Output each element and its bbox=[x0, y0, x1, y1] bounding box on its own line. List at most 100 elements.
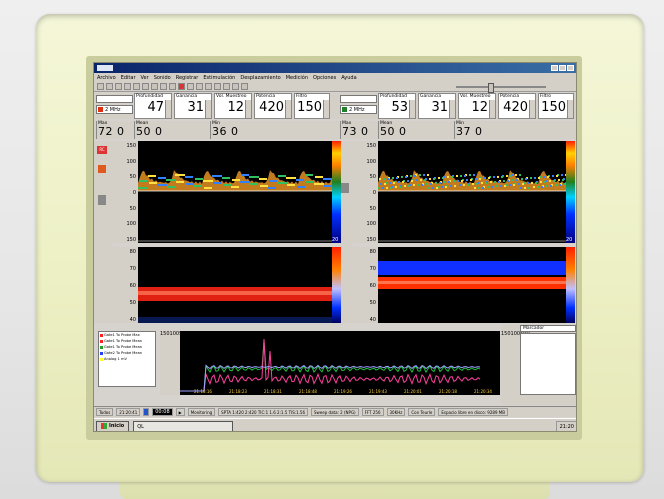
help-icon[interactable] bbox=[241, 83, 248, 90]
spectrum-speckle bbox=[430, 183, 432, 185]
mmode-display-b[interactable] bbox=[378, 247, 566, 323]
channel-a-param-profundidad[interactable]: Profundidad 47 bbox=[134, 93, 172, 119]
spectrum-speckle bbox=[541, 186, 543, 188]
menu-archivo[interactable]: Archivo bbox=[97, 75, 116, 81]
new-icon[interactable] bbox=[97, 83, 104, 90]
sample-status: 30KHz bbox=[386, 408, 406, 416]
minimize-button[interactable] bbox=[551, 65, 558, 71]
maximize-button[interactable] bbox=[559, 65, 566, 71]
spinner-arrows-icon[interactable] bbox=[165, 100, 171, 118]
stop-icon[interactable] bbox=[169, 83, 176, 90]
spinner-arrows-icon[interactable] bbox=[489, 100, 495, 118]
spectrum-speckle bbox=[179, 174, 181, 176]
channel-a-param-ganancia[interactable]: Ganancia 31 bbox=[174, 93, 212, 119]
spectrum-speckle bbox=[289, 184, 291, 186]
channel-a-param-potencia[interactable]: Potencia 420 bbox=[254, 93, 292, 119]
next-icon[interactable] bbox=[214, 83, 221, 90]
channel-b-param-profundidad[interactable]: Profundidad 53 bbox=[378, 93, 416, 119]
spectrum-speckle bbox=[214, 175, 216, 177]
spectrum-speckle bbox=[264, 185, 266, 187]
spectrum-speckle bbox=[559, 184, 561, 186]
menu-sonido[interactable]: Sonido bbox=[154, 75, 171, 81]
channel-b-param-potencia[interactable]: Potencia 420 bbox=[498, 93, 536, 119]
doppler-spectrum-a[interactable] bbox=[138, 141, 332, 243]
zoom-in-icon[interactable] bbox=[133, 83, 140, 90]
close-button[interactable] bbox=[567, 65, 574, 71]
marcador-list[interactable] bbox=[520, 333, 576, 395]
menu-medicion[interactable]: Medición bbox=[286, 75, 308, 81]
spinner-arrows-icon[interactable] bbox=[567, 100, 573, 118]
menu-registrar[interactable]: Registrar bbox=[176, 75, 199, 81]
spectrum-speckle bbox=[530, 177, 532, 179]
probe-settings-b-icon[interactable] bbox=[341, 183, 349, 193]
axis-tick-label: 50 bbox=[129, 174, 136, 181]
channel-b-frequency-label: 2 MHz bbox=[349, 106, 365, 113]
channel-b-param-vol-muestreo[interactable]: Vol. Muestreo 12 bbox=[458, 93, 496, 119]
channel-b-frequency-select[interactable]: 2 MHz bbox=[340, 105, 377, 114]
channel-a-probe-selector[interactable]: 2 MHz bbox=[96, 95, 133, 117]
menu-estimulacion[interactable]: Estimulación bbox=[203, 75, 235, 81]
menu-ayuda[interactable]: Ayuda bbox=[341, 75, 356, 81]
spectrum-speckle bbox=[518, 183, 520, 185]
open-icon[interactable] bbox=[106, 83, 113, 90]
taskbar-task[interactable]: QL bbox=[133, 420, 234, 431]
doppler-spectrum-b[interactable] bbox=[378, 141, 566, 243]
spectrum-speckle bbox=[520, 187, 522, 189]
spectrum-speckle bbox=[211, 180, 213, 182]
spectrum-speckle bbox=[329, 178, 331, 180]
last-icon[interactable] bbox=[223, 83, 230, 90]
spinner-arrows-icon[interactable] bbox=[409, 100, 415, 118]
menu-ver[interactable]: Ver bbox=[141, 75, 149, 81]
spectrum-speckle bbox=[494, 181, 496, 183]
spinner-arrows-icon[interactable] bbox=[285, 100, 291, 118]
channel-a-param-filtro[interactable]: Filtro 150 bbox=[294, 93, 330, 119]
spectrum-speckle bbox=[464, 175, 466, 177]
save-icon[interactable] bbox=[115, 83, 122, 90]
freeze-icon[interactable] bbox=[151, 83, 158, 90]
legend-label: Gate2 To Probe Mean bbox=[104, 351, 143, 355]
record-button-a[interactable]: RC bbox=[97, 146, 107, 154]
doppler-colorbar-b bbox=[566, 141, 575, 243]
channel-a-frequency-select[interactable]: 2 MHz bbox=[96, 105, 133, 114]
channel-b-probe-dropdown[interactable] bbox=[340, 95, 377, 103]
channel-b-param-ganancia[interactable]: Ganancia 31 bbox=[418, 93, 456, 119]
probe-a-icon[interactable] bbox=[98, 165, 106, 173]
mmode-display-a[interactable] bbox=[138, 247, 332, 323]
menu-opciones[interactable]: Opciones bbox=[313, 75, 336, 81]
zoom-out-icon[interactable] bbox=[142, 83, 149, 90]
spectrum-speckle bbox=[317, 176, 319, 178]
menu-editar[interactable]: Editar bbox=[121, 75, 136, 81]
stat-value: 37 0 bbox=[456, 125, 483, 138]
probe-settings-a-icon[interactable] bbox=[98, 195, 106, 205]
spinner-arrows-icon[interactable] bbox=[529, 100, 535, 118]
play-icon[interactable] bbox=[160, 83, 167, 90]
marker-icon[interactable] bbox=[232, 83, 239, 90]
spectrum-speckle bbox=[533, 186, 535, 188]
playback-slider[interactable] bbox=[456, 82, 546, 93]
spectrum-speckle bbox=[167, 186, 169, 188]
menu-desplazamiento[interactable]: Desplazamiento bbox=[240, 75, 280, 81]
spectrum-speckle bbox=[441, 186, 443, 188]
start-button[interactable]: Inicio bbox=[96, 420, 130, 431]
record-icon[interactable] bbox=[178, 83, 185, 90]
spinner-arrows-icon[interactable] bbox=[245, 100, 251, 118]
trend-graph[interactable]: 21:18:16 21:18:23 21:18:31 21:18:48 21:19:26… bbox=[180, 331, 500, 395]
spinner-arrows-icon[interactable] bbox=[323, 100, 329, 118]
channel-b-probe-selector[interactable]: 2 MHz bbox=[340, 95, 377, 117]
channel-b-param-filtro[interactable]: Filtro 150 bbox=[538, 93, 574, 119]
spectrum-speckle bbox=[273, 180, 275, 182]
spectrum-speckle bbox=[487, 186, 489, 188]
channel-a-param-vol-muestreo[interactable]: Vol. Muestreo 12 bbox=[214, 93, 252, 119]
channel-a-probe-dropdown[interactable] bbox=[96, 95, 133, 103]
print-icon[interactable] bbox=[124, 83, 131, 90]
axis-tick-label: 150 bbox=[160, 331, 170, 337]
pause-icon[interactable] bbox=[187, 83, 194, 90]
legend-item[interactable]: Analog 1 mV bbox=[99, 356, 155, 362]
spinner-arrows-icon[interactable] bbox=[205, 100, 211, 118]
play-status-icon[interactable]: ▶ bbox=[175, 408, 185, 416]
spectrum-speckle bbox=[515, 174, 517, 176]
spectrum-speckle bbox=[287, 184, 289, 186]
spinner-arrows-icon[interactable] bbox=[449, 100, 455, 118]
first-icon[interactable] bbox=[196, 83, 203, 90]
prev-icon[interactable] bbox=[205, 83, 212, 90]
